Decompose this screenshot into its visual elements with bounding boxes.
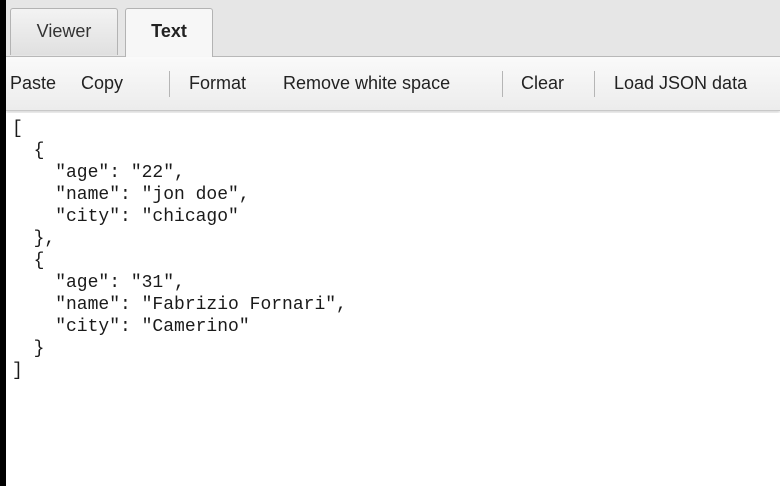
tab-viewer[interactable]: Viewer	[10, 8, 118, 55]
code-line: "city": "Camerino"	[12, 317, 250, 337]
code-line: ]	[12, 361, 23, 381]
json-text-editor[interactable]: [ { "age": "22", "name": "jon doe", "cit…	[6, 113, 780, 486]
code-line: {	[12, 141, 45, 161]
code-line: [	[12, 119, 23, 139]
json-editor-window: Viewer Text Paste Copy Format Remove whi…	[6, 0, 780, 486]
code-line: "name": "jon doe",	[12, 185, 250, 205]
json-text-content[interactable]: [ { "age": "22", "name": "jon doe", "cit…	[12, 118, 347, 382]
toolbar-divider	[594, 71, 595, 97]
tab-bar: Viewer Text	[6, 0, 780, 57]
code-line: "name": "Fabrizio Fornari",	[12, 295, 347, 315]
toolbar-divider	[502, 71, 503, 97]
load-json-button[interactable]: Load JSON data	[614, 57, 747, 110]
copy-button[interactable]: Copy	[81, 57, 123, 110]
paste-button[interactable]: Paste	[10, 57, 56, 110]
format-button[interactable]: Format	[189, 57, 246, 110]
code-line: },	[12, 229, 56, 249]
code-line: }	[12, 339, 45, 359]
toolbar: Paste Copy Format Remove white space Cle…	[6, 57, 780, 111]
code-line: "city": "chicago"	[12, 207, 239, 227]
code-line: "age": "22",	[12, 163, 185, 183]
clear-button[interactable]: Clear	[521, 57, 564, 110]
toolbar-divider	[169, 71, 170, 97]
remove-whitespace-button[interactable]: Remove white space	[283, 57, 450, 110]
tab-text[interactable]: Text	[125, 8, 213, 57]
code-line: "age": "31",	[12, 273, 185, 293]
code-line: {	[12, 251, 45, 271]
